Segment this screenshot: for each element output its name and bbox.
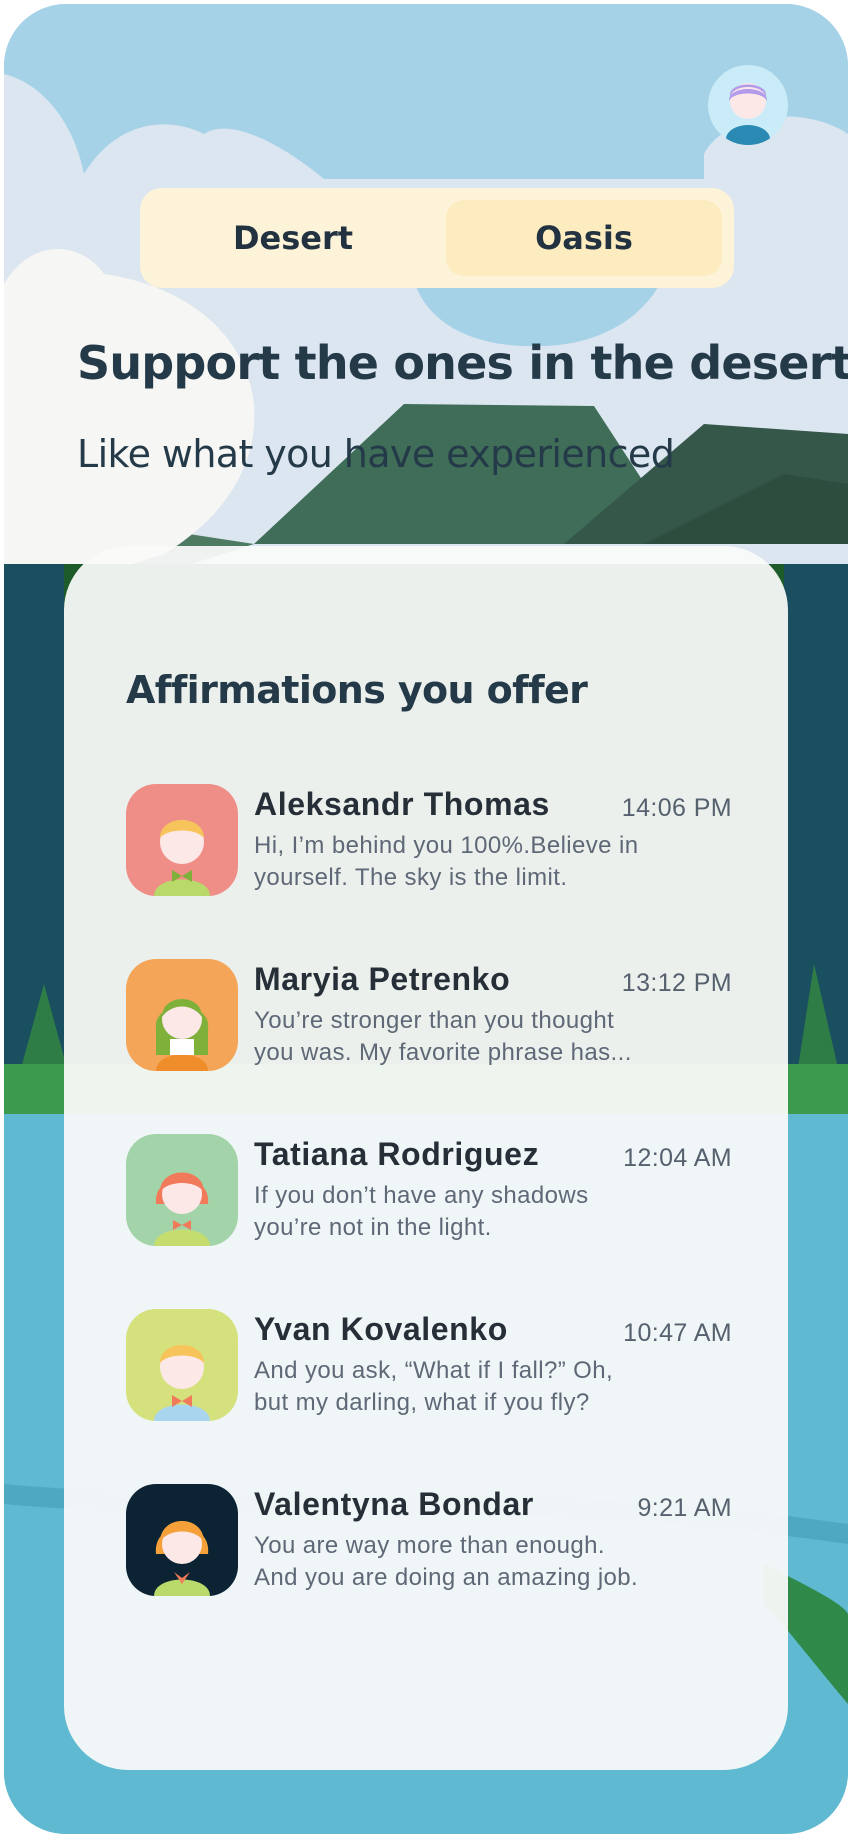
sender-name: Maryia Petrenko	[254, 961, 511, 997]
affirmation-item[interactable]: Tatiana Rodriguez 12:04 AM If you don’t …	[126, 1134, 732, 1246]
tab-desert[interactable]: Desert	[152, 200, 434, 276]
message-time: 14:06 PM	[621, 794, 732, 822]
sender-name: Valentyna Bondar	[254, 1486, 534, 1522]
affirmation-item[interactable]: Valentyna Bondar 9:21 AM You are way mor…	[126, 1484, 732, 1596]
message-time: 12:04 AM	[623, 1144, 732, 1172]
affirmation-item[interactable]: Yvan Kovalenko 10:47 AM And you ask, “Wh…	[126, 1309, 732, 1421]
affirmations-card: Affirmations you offer Aleksandr Thomas …	[64, 546, 788, 1770]
avatar	[126, 1484, 238, 1596]
message-time: 10:47 AM	[623, 1319, 732, 1347]
message-preview: Hi, I’m behind you 100%.Believe in yours…	[254, 832, 639, 891]
tab-oasis[interactable]: Oasis	[446, 200, 722, 276]
affirmation-item[interactable]: Maryia Petrenko 13:12 PM You’re stronger…	[126, 959, 732, 1071]
sender-name: Yvan Kovalenko	[254, 1311, 508, 1347]
message-preview: You’re stronger than you thought you was…	[254, 1007, 632, 1066]
message-time: 13:12 PM	[621, 969, 732, 997]
message-preview: And you ask, “What if I fall?” Oh, but m…	[254, 1357, 614, 1416]
message-time: 9:21 AM	[637, 1494, 732, 1522]
avatar	[126, 784, 238, 896]
girl-avatar-icon	[155, 999, 209, 1071]
avatar	[126, 1309, 238, 1421]
boy-avatar-icon	[154, 820, 210, 896]
message-preview: You are way more than enough. And you ar…	[254, 1532, 639, 1591]
page-subtitle: Like what you have experienced	[77, 432, 675, 476]
sender-name: Tatiana Rodriguez	[254, 1136, 540, 1172]
message-preview: If you don’t have any shadows you’re not…	[254, 1182, 589, 1241]
avatar	[126, 959, 238, 1071]
card-title: Affirmations you offer	[126, 668, 588, 712]
boy-avatar-icon	[154, 1345, 210, 1421]
affirmation-item[interactable]: Aleksandr Thomas 14:06 PM Hi, I’m behind…	[126, 784, 732, 896]
sender-name: Aleksandr Thomas	[254, 786, 550, 822]
girl-avatar-icon	[154, 1172, 210, 1246]
girl-avatar-icon	[154, 1521, 210, 1596]
page-title: Support the ones in the desert	[77, 336, 848, 390]
mode-tab-bar: Desert Oasis	[140, 188, 734, 288]
app-screen: Desert Oasis Support the ones in the des…	[4, 4, 848, 1834]
person-icon	[726, 83, 770, 145]
avatar	[126, 1134, 238, 1246]
profile-avatar[interactable]	[708, 65, 788, 145]
